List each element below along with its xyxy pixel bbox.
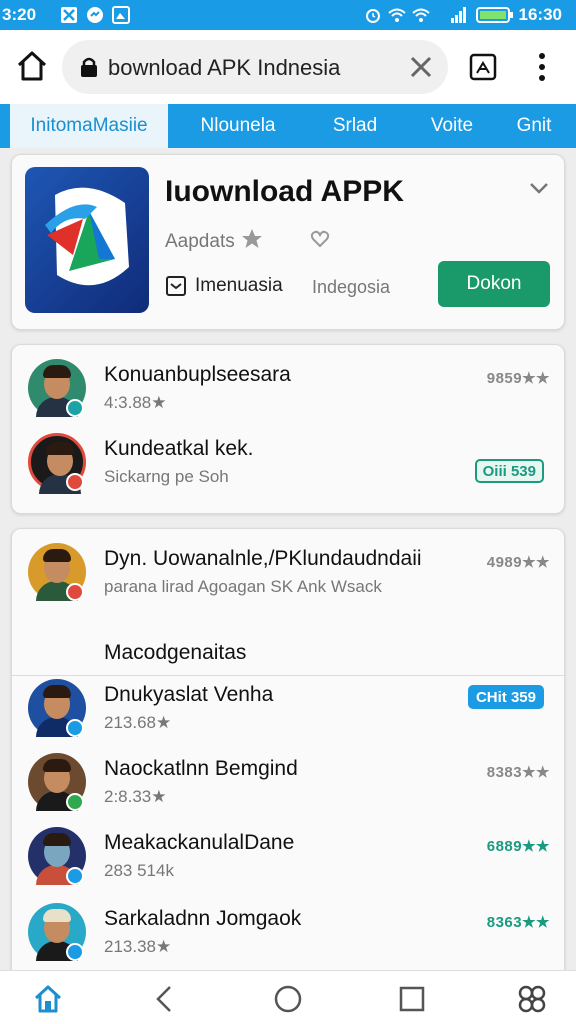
- recents-icon[interactable]: [396, 983, 428, 1015]
- apk-logo-icon: [45, 187, 129, 286]
- wifi-icon: [388, 8, 406, 22]
- item-meta: Sickarng pe Soh: [104, 467, 229, 486]
- list-item[interactable]: Konuanbuplseesara 4:3.88★ 9859★★: [12, 359, 566, 431]
- back-icon[interactable]: [150, 983, 182, 1015]
- item-meta: parana lirad Agoagan SK Ank Wsack: [104, 577, 382, 596]
- verified-badge-icon: [66, 793, 84, 811]
- status-bar: 3:20 16:30: [0, 0, 576, 30]
- circle-home-icon[interactable]: [272, 983, 304, 1015]
- version-pill[interactable]: CHit 359: [467, 685, 544, 709]
- version-pill[interactable]: Oiii 539: [474, 459, 544, 483]
- verified-badge-icon: [66, 867, 84, 885]
- item-rating: 4989★★: [486, 554, 550, 571]
- item-rating: 9859★★: [486, 370, 550, 387]
- tabs-icon[interactable]: [468, 52, 498, 82]
- item-rating: 8363★★: [486, 914, 550, 931]
- tools-icon: [61, 7, 77, 23]
- list-item[interactable]: Naockatlnn Bemgind 2:8.33★ 8383★★: [12, 753, 566, 825]
- item-name: Naockatlnn Bemgind: [104, 757, 298, 780]
- tab-srlad[interactable]: Srlad: [308, 104, 402, 148]
- item-name: Dnukyaslat Venha: [104, 683, 274, 706]
- heart-icon[interactable]: [310, 229, 330, 249]
- close-icon[interactable]: [408, 54, 434, 80]
- item-name: Dyn. Uowanalnle,/PKlundaudndaii: [104, 547, 422, 570]
- home-icon[interactable]: [14, 48, 50, 84]
- bottom-nav: [0, 970, 576, 1024]
- tab-nlounela[interactable]: Nlounela: [186, 104, 290, 148]
- item-name: Kundeatkal kek.: [104, 437, 254, 460]
- status-time-left: 3:20: [2, 5, 37, 24]
- featured-app-card[interactable]: Iuownload APPK Aapdats Imenuasia Indegos…: [11, 154, 565, 330]
- lock-icon: [81, 57, 97, 77]
- app-list-card: Dyn. Uowanalnle,/PKlundaudndaii parana l…: [11, 528, 566, 975]
- url-field[interactable]: bownload APK Indnesia: [62, 40, 448, 94]
- badge-icon: [66, 583, 84, 601]
- item-meta: 213.38★: [104, 937, 172, 956]
- alarm-icon: [366, 9, 380, 23]
- verified-badge-icon: [66, 943, 84, 961]
- chevron-down-icon[interactable]: [528, 177, 550, 199]
- tab-voite[interactable]: Voite: [414, 104, 490, 148]
- gallery-icon: [112, 6, 130, 24]
- badge-icon: [66, 473, 84, 491]
- install-button[interactable]: Dokon: [438, 261, 550, 307]
- tab-initomamasiie[interactable]: InitomaMasiie: [10, 104, 168, 148]
- section-title: Macodgenaitas: [104, 641, 247, 664]
- region-label: Imenuasia: [195, 275, 283, 296]
- item-name: MeakackanulalDane: [104, 831, 295, 854]
- app-list-card: Konuanbuplseesara 4:3.88★ 9859★★ Kundeat…: [11, 344, 565, 514]
- home-icon[interactable]: [32, 983, 64, 1015]
- divider: [12, 675, 566, 676]
- app-title: Iuownload APPK: [165, 175, 404, 208]
- app-logo: [25, 167, 149, 313]
- item-name: Sarkaladnn Jomgaok: [104, 907, 302, 930]
- settings-icon[interactable]: [516, 983, 548, 1015]
- country-label: Indegosia: [312, 277, 391, 297]
- tab-gnit[interactable]: Gnit: [504, 104, 564, 148]
- verified-badge-icon: [66, 399, 84, 417]
- item-meta: 4:3.88★: [104, 393, 167, 412]
- url-text: bownload APK Indnesia: [108, 55, 341, 80]
- app-subtitle: Aapdats: [165, 231, 235, 252]
- region-icon: [166, 276, 186, 296]
- item-rating: 8383★★: [486, 764, 550, 781]
- signal-icon: [451, 7, 466, 23]
- address-bar: bownload APK Indnesia: [0, 30, 576, 104]
- list-item[interactable]: Dyn. Uowanalnle,/PKlundaudndaii parana l…: [12, 543, 566, 615]
- item-meta: 213.68★: [104, 713, 172, 732]
- item-name: Konuanbuplseesara: [104, 363, 291, 386]
- wifi-icon: [412, 8, 430, 22]
- verified-badge-icon: [66, 719, 84, 737]
- list-item[interactable]: MeakackanulalDane 283 514k 6889★★: [12, 827, 566, 899]
- item-meta: 283 514k: [104, 861, 174, 880]
- list-item[interactable]: Kundeatkal kek. Sickarng pe Soh Oiii 539: [12, 433, 566, 505]
- list-item[interactable]: Dnukyaslat Venha 213.68★ CHit 359: [12, 679, 566, 751]
- menu-icon[interactable]: [532, 50, 552, 84]
- battery-icon: [476, 7, 513, 23]
- messenger-icon: [87, 7, 103, 23]
- status-time-right: 16:30: [518, 5, 562, 24]
- item-rating: 6889★★: [486, 838, 550, 855]
- item-meta: 2:8.33★: [104, 787, 167, 806]
- star-icon: [242, 229, 262, 248]
- list-item[interactable]: Sarkaladnn Jomgaok 213.38★ 8363★★: [12, 903, 566, 975]
- category-tabs: InitomaMasiie Nlounela Srlad Voite Gnit: [0, 104, 576, 148]
